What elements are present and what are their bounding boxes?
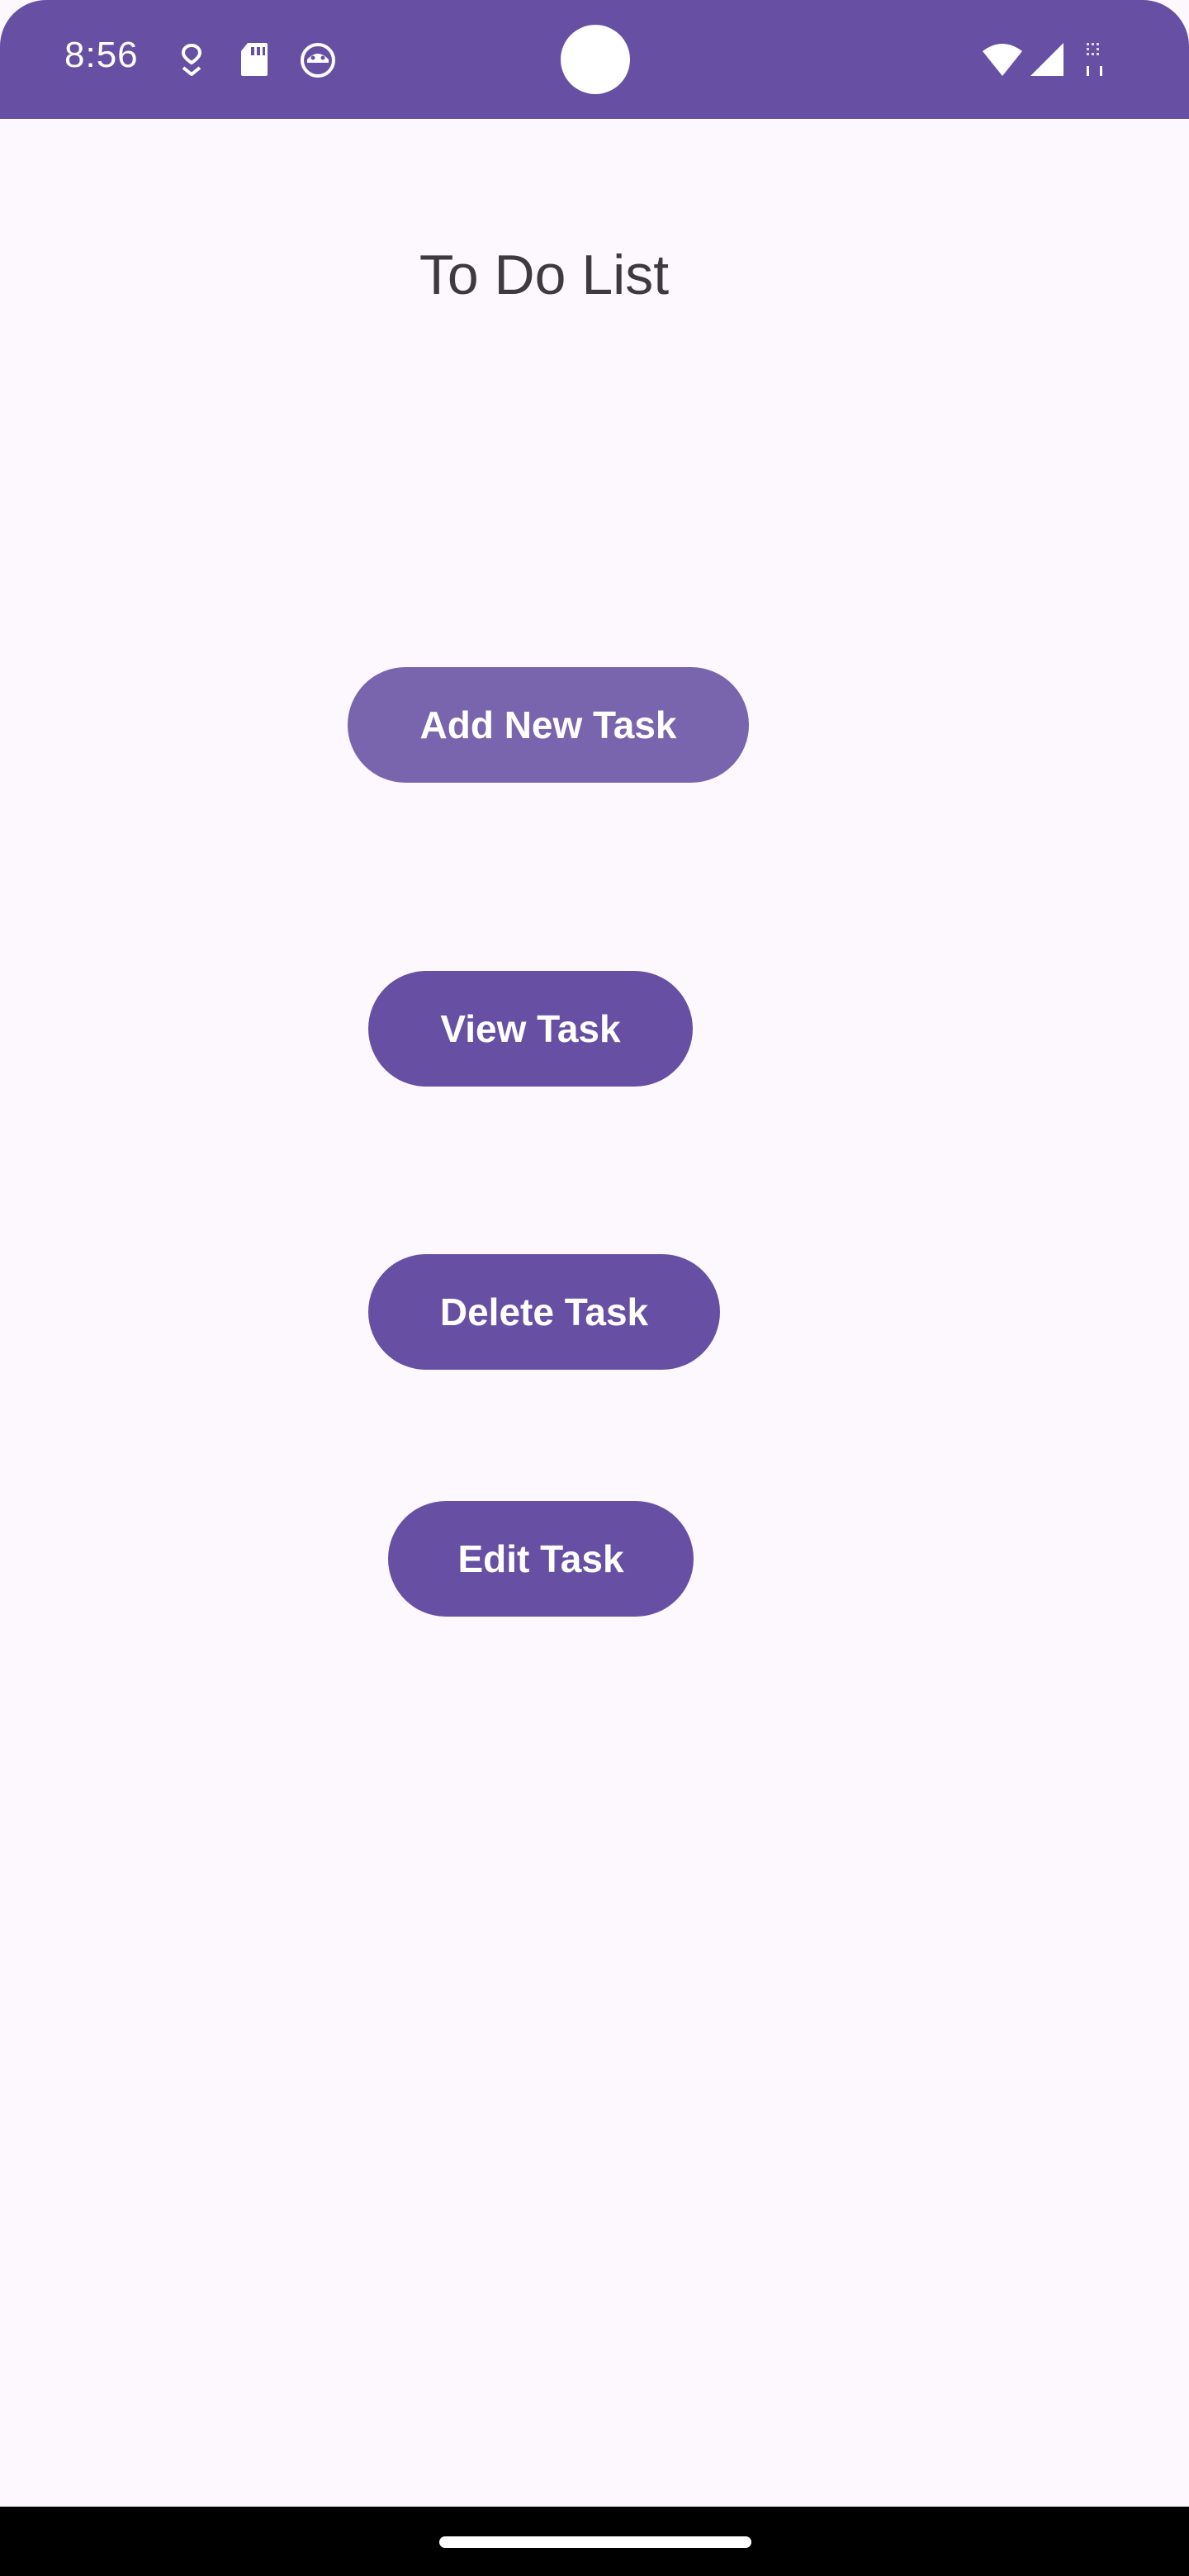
delete-task-label: Delete Task (439, 1290, 649, 1333)
home-indicator[interactable] (439, 2536, 751, 2548)
android-face-icon (301, 43, 335, 78)
navigation-bar (0, 2507, 1189, 2576)
status-bar: 8:56 (0, 0, 1189, 119)
location-pin-icon (181, 43, 202, 76)
view-task-button[interactable]: View Task (368, 971, 693, 1087)
camera-cutout (561, 25, 630, 94)
sd-card-icon (241, 43, 268, 76)
page-title: To Do List (419, 244, 670, 306)
no-sim-icon (1087, 43, 1102, 76)
add-new-task-button[interactable]: Add New Task (348, 667, 749, 783)
view-task-label: View Task (440, 1007, 621, 1050)
wifi-icon (983, 44, 1022, 76)
cellular-signal-icon (1030, 43, 1063, 76)
add-new-task-label: Add New Task (419, 703, 677, 746)
delete-task-button[interactable]: Delete Task (368, 1254, 720, 1370)
status-time: 8:56 (64, 35, 139, 75)
edit-task-button[interactable]: Edit Task (388, 1501, 694, 1617)
edit-task-label: Edit Task (457, 1537, 624, 1580)
